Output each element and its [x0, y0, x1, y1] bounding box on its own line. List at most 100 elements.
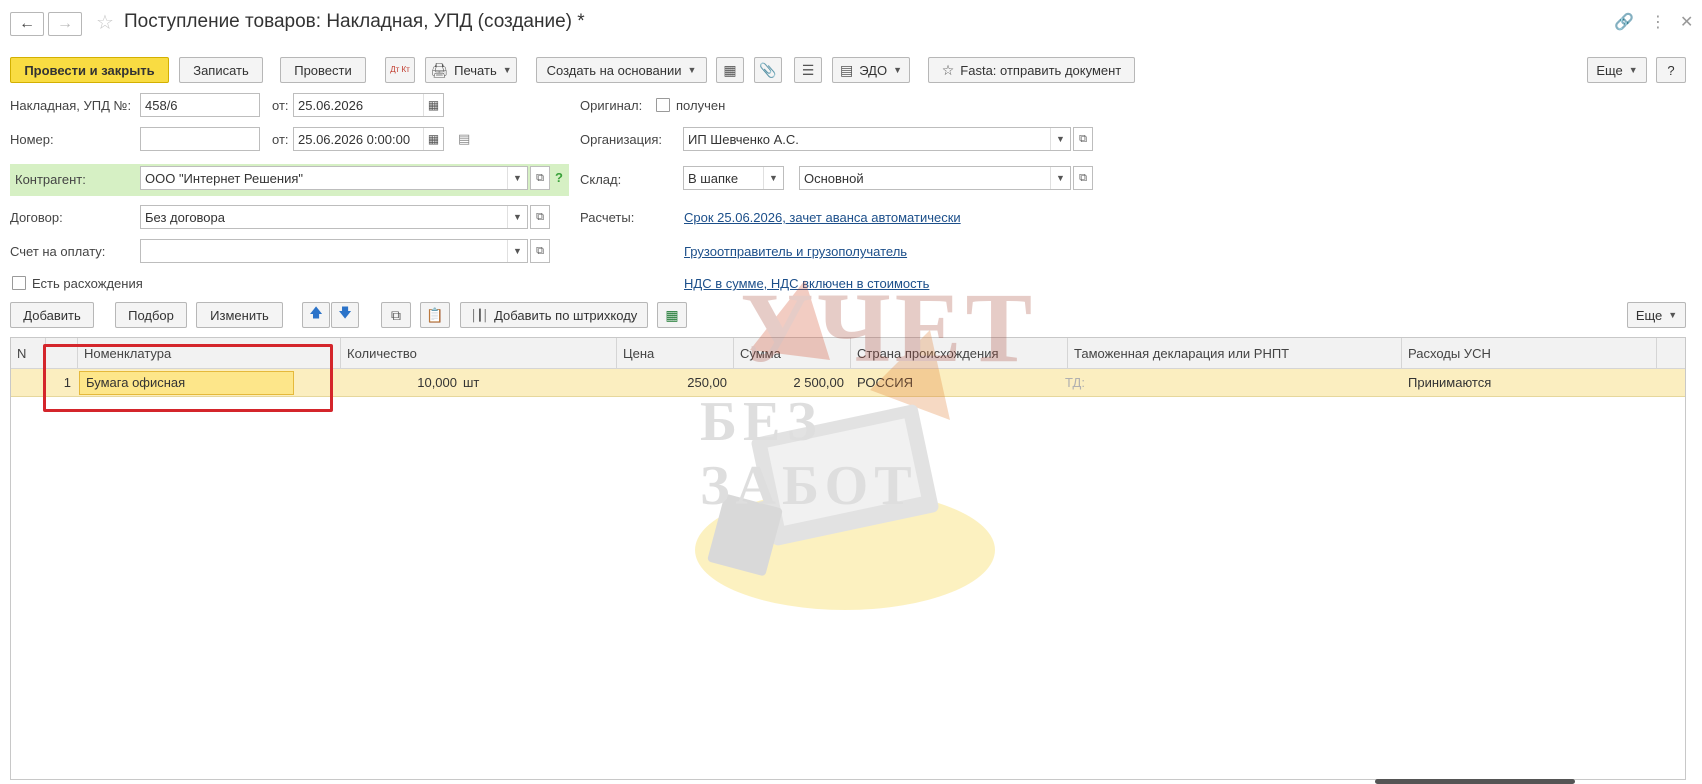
page-title: Поступление товаров: Накладная, УПД (соз… — [124, 11, 585, 32]
chevron-down-icon: ▼ — [502, 65, 512, 75]
arrow-left-icon: ← — [19, 15, 35, 32]
table-more-label: Еще — [1635, 307, 1663, 323]
paste-button[interactable]: 📋 — [420, 302, 450, 328]
chevron-down-icon: ▼ — [1628, 65, 1638, 75]
back-button[interactable]: ← — [10, 12, 44, 36]
post-button[interactable]: Провести — [280, 57, 366, 83]
chevron-down-icon[interactable]: ▼ — [507, 206, 527, 228]
edo-icon: ▤ — [840, 61, 854, 78]
create-based-label: Создать на основании — [546, 62, 682, 78]
watermark: УЧЕТ БЕЗ ЗАБОТ — [630, 270, 1060, 630]
open-icon[interactable]: ⧉ — [1073, 166, 1093, 190]
comment-icon[interactable]: ▤ — [458, 131, 470, 147]
cell-usn[interactable]: Принимаются — [1408, 369, 1648, 397]
help-button[interactable]: ? — [1656, 57, 1686, 83]
chevron-down-icon: ▼ — [893, 65, 902, 75]
header-usn[interactable]: Расходы УСН — [1402, 338, 1657, 369]
copy-icon: ⧉ — [391, 306, 401, 323]
chevron-down-icon: ▼ — [687, 65, 697, 75]
original-received-checkbox[interactable] — [656, 98, 670, 112]
number-datetime-field[interactable]: 25.06.2026 0:00:00 ▦ — [293, 127, 444, 151]
open-icon[interactable]: ⧉ — [530, 205, 550, 229]
warehouse-mode-field[interactable]: В шапке ▼ — [683, 166, 784, 190]
header-n[interactable]: N — [11, 338, 46, 369]
post-and-close-button[interactable]: Провести и закрыть — [10, 57, 169, 83]
watermark-line-2: БЕЗ ЗАБОТ — [700, 391, 918, 517]
fasta-label: Fasta: отправить документ — [960, 62, 1122, 78]
original-received-label: получен — [676, 98, 726, 113]
number-label: Номер: — [10, 132, 54, 147]
question-icon[interactable]: ? — [555, 170, 563, 185]
move-up-button[interactable]: 🡅 — [302, 302, 330, 328]
cell-unit[interactable]: шт — [463, 369, 523, 397]
save-button[interactable]: Записать — [179, 57, 263, 83]
report-button[interactable]: ☰ — [794, 57, 822, 83]
organization-label: Организация: — [580, 132, 663, 147]
cell-quantity[interactable]: 10,000 — [341, 369, 457, 397]
add-by-barcode-button[interactable]: │┃│ Добавить по штрихкоду — [460, 302, 648, 328]
chevron-down-icon[interactable]: ▼ — [1050, 167, 1070, 189]
fasta-send-button[interactable]: ☆ Fasta: отправить документ — [928, 57, 1135, 83]
number-date-label: от: — [272, 132, 289, 147]
copy-button[interactable]: ⧉ — [381, 302, 411, 328]
settlements-link[interactable]: Срок 25.06.2026, зачет аванса автоматиче… — [684, 210, 961, 225]
star-icon[interactable]: ☆ — [96, 10, 114, 35]
print-label: Печать — [454, 62, 497, 78]
original-label: Оригинал: — [580, 98, 643, 113]
discrepancy-checkbox[interactable] — [12, 276, 26, 290]
contract-field[interactable]: Без договора ▼ — [140, 205, 528, 229]
annotation-highlight — [43, 344, 333, 412]
open-icon[interactable]: ⧉ — [1073, 127, 1093, 151]
contract-label: Договор: — [10, 210, 63, 225]
invoice-date-field[interactable]: 25.06.2026 ▦ — [293, 93, 444, 117]
more-button[interactable]: Еще ▼ — [1587, 57, 1647, 83]
watermark-line-1: УЧЕТ — [740, 272, 1037, 383]
organization-field[interactable]: ИП Шевченко А.С. ▼ — [683, 127, 1071, 151]
dt-kt-button[interactable]: Дт Кт — [385, 57, 415, 83]
star-outline-icon: ☆ — [941, 61, 955, 78]
edo-label: ЭДО — [859, 62, 888, 78]
chevron-down-icon[interactable]: ▼ — [507, 167, 527, 189]
forward-button[interactable]: → — [48, 12, 82, 36]
chevron-down-icon[interactable]: ▼ — [763, 167, 783, 189]
add-row-button[interactable]: Добавить — [10, 302, 94, 328]
hierarchy-icon: ▦ — [723, 61, 737, 78]
table-more-button[interactable]: Еще ▼ — [1627, 302, 1686, 328]
calendar-icon[interactable]: ▦ — [423, 94, 443, 116]
edo-button[interactable]: ▤ ЭДО ▼ — [832, 57, 910, 83]
shipper-link[interactable]: Грузоотправитель и грузополучатель — [684, 244, 907, 259]
discrepancy-label: Есть расхождения — [32, 276, 143, 291]
create-based-button[interactable]: Создать на основании ▼ — [536, 57, 707, 83]
chevron-down-icon: ▼ — [1668, 310, 1678, 320]
move-down-button[interactable]: 🡇 — [331, 302, 359, 328]
open-icon[interactable]: ⧉ — [530, 166, 550, 190]
print-button[interactable]: 🖨 Печать ▼ — [425, 57, 517, 83]
payment-field[interactable]: ▼ — [140, 239, 528, 263]
attach-button[interactable]: 📎 — [754, 57, 782, 83]
scrollbar[interactable] — [1375, 779, 1575, 784]
arrow-up-icon: 🡅 — [309, 305, 323, 320]
chevron-down-icon[interactable]: ▼ — [507, 240, 527, 262]
chevron-down-icon[interactable]: ▼ — [1050, 128, 1070, 150]
arrow-down-icon: 🡇 — [338, 305, 352, 320]
change-button[interactable]: Изменить — [196, 302, 283, 328]
barcode-icon: │┃│ — [470, 309, 489, 322]
arrow-right-icon: → — [57, 15, 73, 32]
structure-button[interactable]: ▦ — [716, 57, 744, 83]
invoice-number-field[interactable]: 458/6 — [140, 93, 260, 117]
more-label: Еще — [1596, 62, 1623, 78]
close-icon[interactable]: ✕ — [1680, 12, 1693, 32]
invoice-number-label: Накладная, УПД №: — [10, 98, 132, 113]
more-vertical-icon[interactable]: ⋮ — [1650, 12, 1666, 32]
contractor-field[interactable]: ООО "Интернет Решения" ▼ — [140, 166, 528, 190]
calendar-icon[interactable]: ▦ — [423, 128, 443, 150]
header-quantity[interactable]: Количество — [341, 338, 617, 369]
warehouse-label: Склад: — [580, 172, 622, 187]
number-field[interactable] — [140, 127, 260, 151]
pick-button[interactable]: Подбор — [115, 302, 187, 328]
warehouse-field[interactable]: Основной ▼ — [799, 166, 1071, 190]
link-icon[interactable]: 🔗 — [1614, 12, 1634, 32]
open-icon[interactable]: ⧉ — [530, 239, 550, 263]
cell-customs[interactable]: ТД: — [1065, 369, 1125, 397]
header-customs[interactable]: Таможенная декларация или РНПТ — [1068, 338, 1402, 369]
